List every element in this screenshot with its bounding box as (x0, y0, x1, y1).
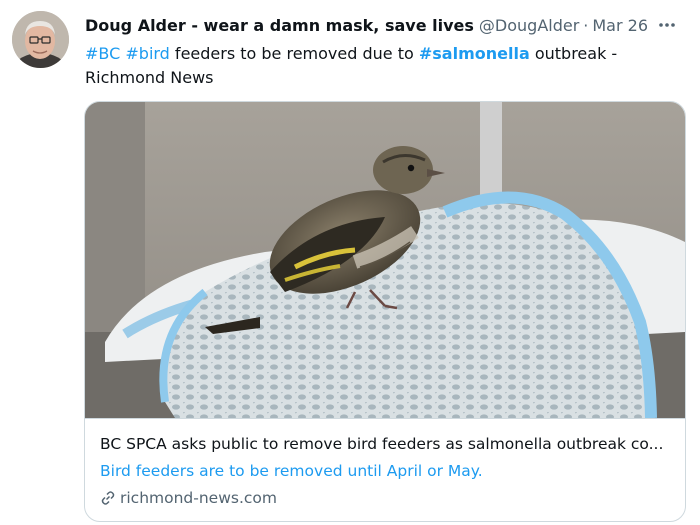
avatar[interactable] (12, 11, 69, 68)
card-image[interactable] (85, 102, 685, 418)
separator-dot: · (583, 15, 589, 35)
tweet-header: Doug Alder - wear a damn mask, save live… (85, 12, 680, 38)
avatar-photo (12, 11, 69, 68)
hashtag-bc[interactable]: #BC (85, 44, 120, 63)
tweet-text: #BC #bird feeders to be removed due to #… (85, 42, 685, 90)
hashtag-salmonella[interactable]: #salmonella (419, 44, 530, 63)
tweet-date[interactable]: Mar 26 (592, 16, 648, 35)
author-name[interactable]: Doug Alder - wear a damn mask, save live… (85, 16, 474, 35)
bird-photo (85, 102, 685, 418)
link-icon (100, 490, 116, 506)
more-dots-icon (659, 23, 675, 27)
card-description: Bird feeders are to be removed until Apr… (100, 462, 483, 480)
hashtag-bird[interactable]: #bird (125, 44, 169, 63)
card-body[interactable]: BC SPCA asks public to remove bird feede… (85, 418, 685, 521)
more-button[interactable] (654, 12, 680, 38)
link-card[interactable]: BC SPCA asks public to remove bird feede… (84, 101, 686, 522)
card-domain-text: richmond-news.com (120, 489, 278, 507)
tweet-text-middle: feeders to be removed due to (169, 44, 419, 63)
card-title[interactable]: BC SPCA asks public to remove bird feede… (100, 432, 670, 456)
author-handle[interactable]: @DougAlder (479, 16, 579, 35)
card-domain[interactable]: richmond-news.com (100, 486, 669, 510)
